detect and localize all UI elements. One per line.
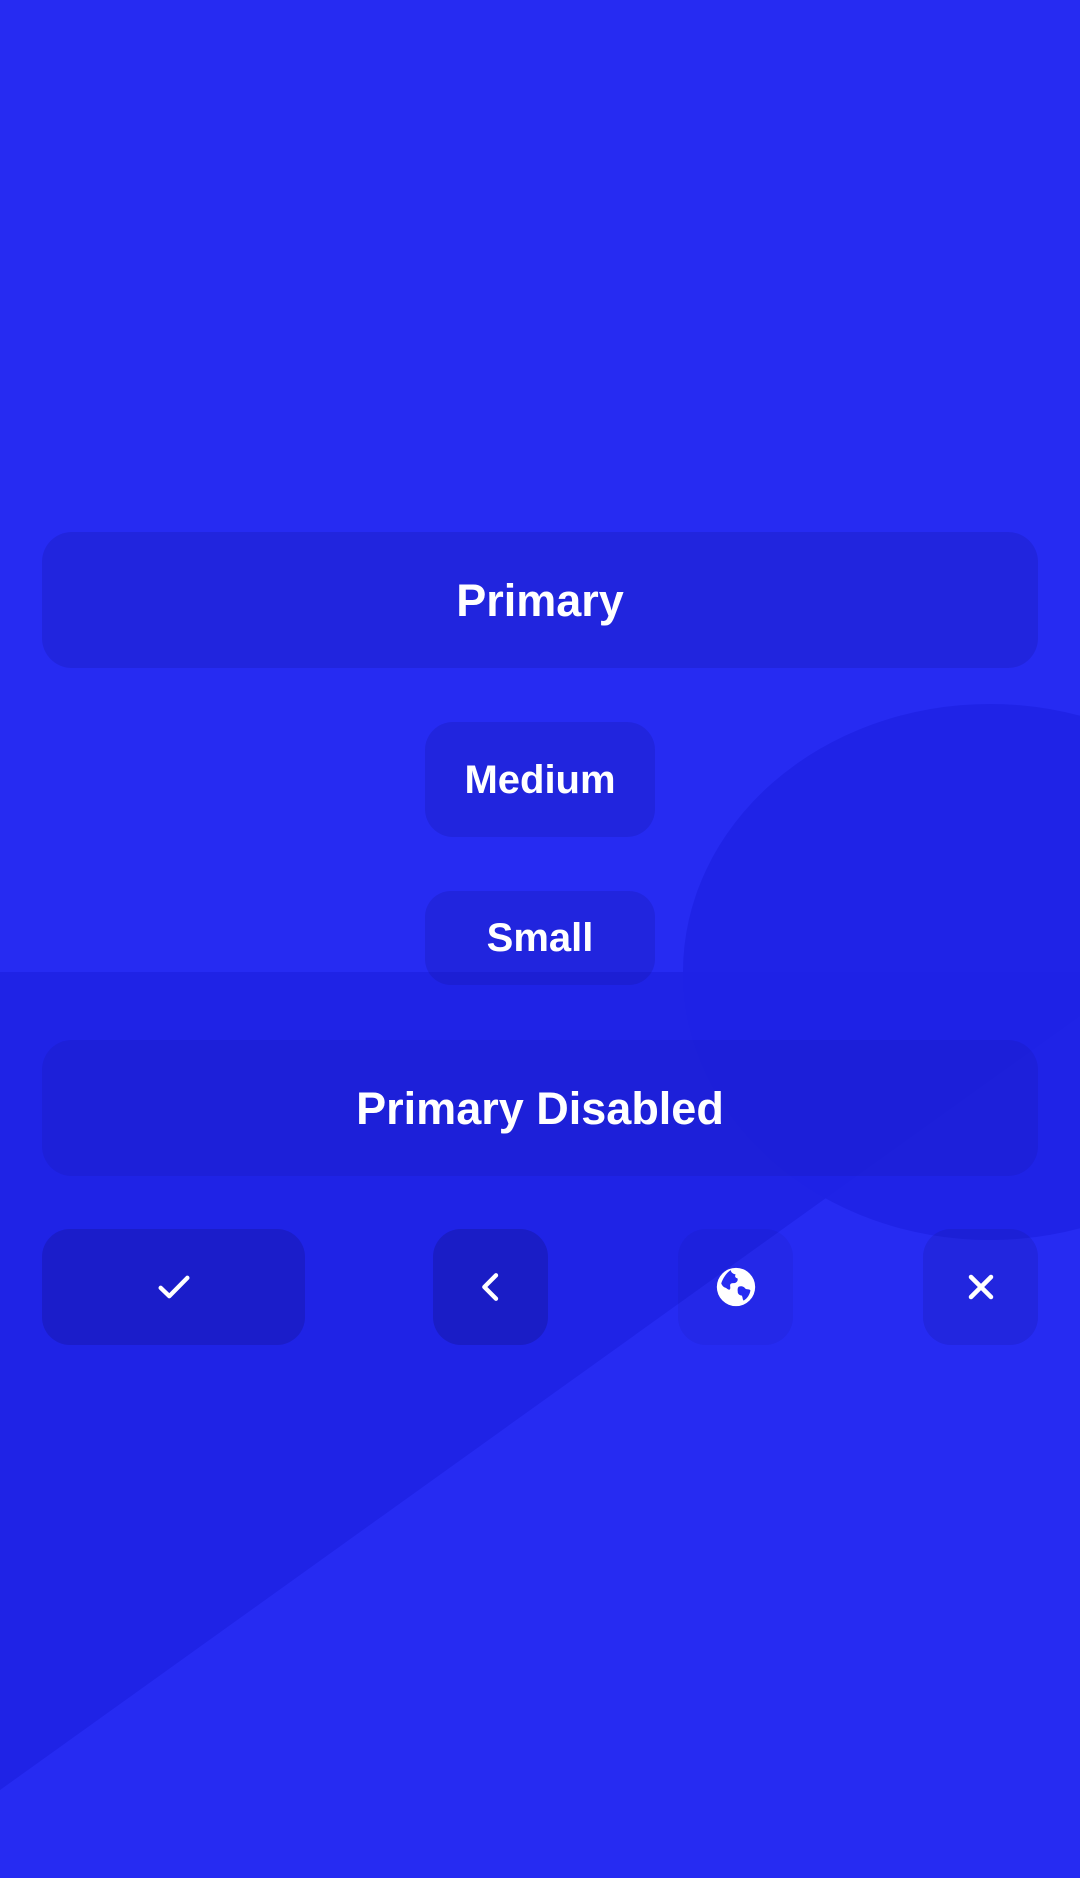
chevron-left-icon xyxy=(467,1263,515,1311)
check-icon xyxy=(150,1263,198,1311)
close-button[interactable] xyxy=(923,1229,1038,1345)
small-button[interactable]: Small xyxy=(425,891,655,985)
small-button-label: Small xyxy=(486,916,594,960)
globe-icon xyxy=(712,1263,760,1311)
globe-button[interactable] xyxy=(678,1229,793,1345)
close-icon xyxy=(957,1263,1005,1311)
medium-button[interactable]: Medium xyxy=(425,722,655,837)
back-button[interactable] xyxy=(433,1229,548,1345)
medium-button-label: Medium xyxy=(464,757,616,802)
primary-button-label: Primary xyxy=(456,574,624,626)
check-button[interactable] xyxy=(42,1229,305,1345)
primary-button[interactable]: Primary xyxy=(42,532,1038,668)
primary-disabled-button: Primary Disabled xyxy=(42,1040,1038,1176)
primary-disabled-button-label: Primary Disabled xyxy=(356,1082,724,1134)
